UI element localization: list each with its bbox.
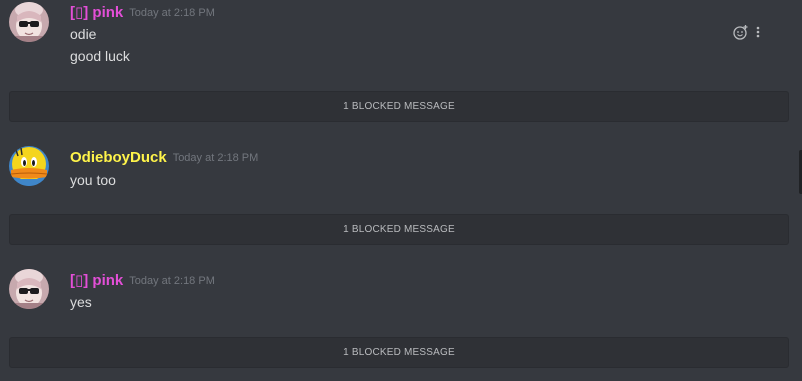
avatar[interactable]: [9, 2, 49, 42]
add-reaction-icon[interactable]: [733, 24, 749, 45]
pink-anime-avatar-icon: [9, 2, 49, 42]
chat-messages: [▯] pink Today at 2:18 PM odie good luck: [0, 0, 802, 381]
blocked-message-bar[interactable]: 1 BLOCKED MESSAGE: [9, 337, 789, 368]
author-name-text[interactable]: [▯] pink: [70, 4, 123, 21]
more-options-icon[interactable]: [755, 24, 761, 45]
message-line: good luck: [70, 48, 130, 64]
author-name[interactable]: OdieboyDuck Today at 2:18 PM: [70, 149, 258, 168]
author-name-text[interactable]: [▯] pink: [70, 272, 123, 289]
author-name-text[interactable]: OdieboyDuck: [70, 149, 167, 166]
pink-anime-avatar-icon: [9, 269, 49, 309]
message-group: [▯] pink Today at 2:18 PM yes: [0, 264, 800, 324]
message-hover-actions: [733, 24, 761, 45]
blocked-message-bar[interactable]: 1 BLOCKED MESSAGE: [9, 91, 789, 122]
message-line: yes: [70, 294, 92, 310]
author-name[interactable]: [▯] pink Today at 2:18 PM: [70, 272, 215, 291]
message-group: OdieboyDuck Today at 2:18 PM you too: [0, 140, 800, 200]
message-group: [▯] pink Today at 2:18 PM odie good luck: [0, 0, 800, 80]
message-line: you too: [70, 172, 116, 188]
timestamp: Today at 2:18 PM: [129, 275, 215, 287]
avatar[interactable]: [9, 146, 49, 186]
yellow-duck-avatar-icon: [9, 146, 49, 186]
author-name[interactable]: [▯] pink Today at 2:18 PM: [70, 4, 215, 23]
timestamp: Today at 2:18 PM: [172, 152, 259, 164]
timestamp: Today at 2:18 PM: [129, 7, 215, 19]
message-line: odie: [70, 26, 97, 42]
blocked-message-bar[interactable]: 1 BLOCKED MESSAGE: [9, 214, 789, 245]
avatar[interactable]: [9, 269, 49, 309]
